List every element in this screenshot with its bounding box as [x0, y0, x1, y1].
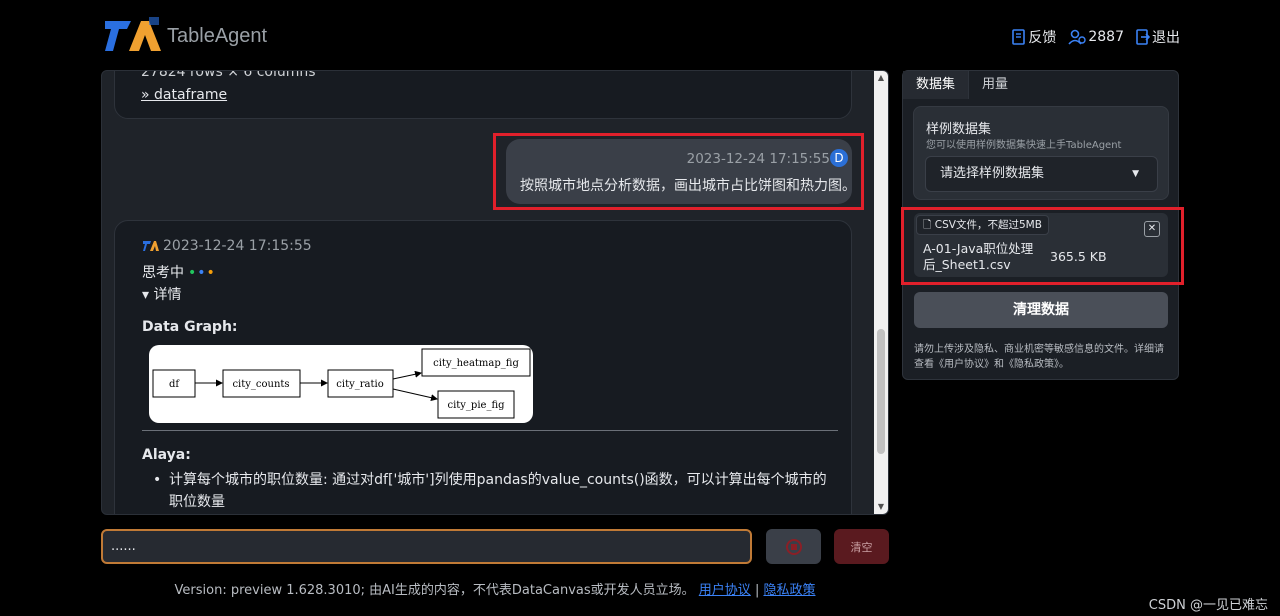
ai-message: 2023-12-24 17:15:55 思考中 ••• ▾ 详情 Data Gra…	[114, 220, 852, 514]
ai-message-time: 2023-12-24 17:15:55	[163, 238, 312, 254]
clean-data-button[interactable]: 清理数据	[914, 292, 1168, 328]
previous-message-card: 27824 rows × 6 columns » dataframe	[114, 70, 852, 119]
app-logo: TableAgent	[105, 17, 267, 55]
file-name: A-01-Java职位处理后_Sheet1.csv	[923, 241, 1034, 272]
logout-icon	[1136, 29, 1150, 45]
tab-usage[interactable]: 用量	[969, 71, 1021, 99]
panel-tabs: 数据集 用量	[903, 71, 1021, 99]
chat-panel[interactable]: 27824 rows × 6 columns » dataframe 2023-…	[101, 70, 889, 515]
user-message-text: 按照城市地点分析数据，画出城市占比饼图和热力图。	[520, 178, 856, 194]
file-size: 365.5 KB	[1050, 249, 1107, 264]
data-graph: df city_counts city_ratio city_heatmap_f…	[149, 345, 533, 423]
sample-dataset-hint: 您可以使用样例数据集快速上手TableAgent	[926, 140, 1122, 151]
header-actions: 反馈 2887 退出	[1012, 27, 1180, 47]
divider	[142, 430, 838, 431]
user-message-time: 2023-12-24 17:15:55	[686, 151, 830, 167]
privacy-policy-link[interactable]: 隐私政策	[763, 583, 815, 598]
scroll-up-icon[interactable]: ▲	[874, 71, 888, 85]
watermark: CSDN @一见已难忘	[1148, 598, 1268, 613]
thinking-status: 思考中 •••	[142, 265, 216, 281]
bullet-icon: •	[153, 472, 162, 488]
list-item: • 计算每个城市的职位数量: 通过对df['城市']列使用pandas的valu…	[153, 469, 833, 513]
privacy-notice: 请勿上传涉及隐私、商业机密等敏感信息的文件。详细请查看《用户协议》和《隐私政策》…	[914, 344, 1164, 370]
file-icon: 🗋	[923, 219, 932, 231]
dataframe-link[interactable]: » dataframe	[141, 87, 227, 103]
sample-dataset-select[interactable]: 请选择样例数据集 ▼	[925, 156, 1158, 192]
chevron-down-icon: ▼	[1132, 169, 1139, 179]
graph-node-heatmap: city_heatmap_fig	[433, 358, 519, 369]
logout-label: 退出	[1152, 30, 1180, 46]
usage-count[interactable]: 2887	[1068, 27, 1124, 47]
chat-input[interactable]	[101, 529, 752, 564]
avatar: D	[830, 149, 848, 167]
count-label: 2887	[1088, 29, 1124, 45]
file-type-badge: 🗋 CSV文件，不超过5MB	[916, 215, 1049, 235]
user-message: 2023-12-24 17:15:55 D 按照城市地点分析数据，画出城市占比饼…	[506, 139, 856, 204]
brand-name: TableAgent	[167, 24, 268, 47]
footer: Version: preview 1.628.3010; 由AI生成的内容，不代…	[0, 579, 990, 598]
graph-node-df: df	[169, 379, 180, 390]
scroll-down-icon[interactable]: ▼	[874, 500, 888, 514]
graph-node-city-ratio: city_ratio	[336, 379, 383, 390]
scroll-thumb[interactable]	[877, 329, 885, 454]
list-item-text: 计算每个城市的职位数量: 通过对df['城市']列使用pandas的value_…	[169, 472, 827, 510]
footer-separator: |	[754, 583, 760, 598]
user-icon	[1068, 29, 1087, 45]
close-icon[interactable]: ✕	[1144, 221, 1160, 237]
version-text: Version: preview 1.628.3010; 由AI生成的内容，不代…	[174, 583, 695, 598]
alaya-title: Alaya:	[142, 447, 191, 463]
rows-info: 27824 rows × 6 columns	[141, 70, 316, 80]
data-graph-title: Data Graph:	[142, 319, 238, 335]
details-toggle[interactable]: ▾ 详情	[142, 284, 181, 304]
ai-message-header: 2023-12-24 17:15:55	[143, 238, 312, 254]
feedback-button[interactable]: 反馈	[1012, 27, 1056, 47]
stop-icon	[785, 538, 802, 555]
user-agreement-link[interactable]: 用户协议	[699, 583, 751, 598]
sample-select-value: 请选择样例数据集	[940, 166, 1045, 181]
stop-button[interactable]	[766, 529, 821, 564]
tab-dataset[interactable]: 数据集	[903, 71, 970, 99]
uploaded-file: 🗋 CSV文件，不超过5MB ✕ A-01-Java职位处理后_Sheet1.c…	[914, 213, 1168, 277]
loading-dots-icon: •••	[188, 265, 216, 281]
graph-node-city-counts: city_counts	[232, 379, 289, 390]
clear-button[interactable]: 清空	[834, 529, 889, 564]
document-icon	[1012, 29, 1026, 45]
chat-scrollbar[interactable]: ▲ ▼	[874, 71, 888, 514]
feedback-label: 反馈	[1028, 30, 1057, 46]
sample-dataset-title: 样例数据集	[926, 122, 992, 137]
logout-button[interactable]: 退出	[1136, 27, 1180, 47]
sample-dataset-box: 样例数据集 您可以使用样例数据集快速上手TableAgent 请选择样例数据集 …	[913, 106, 1169, 200]
graph-node-pie: city_pie_fig	[447, 400, 505, 411]
logo-icon	[105, 17, 161, 51]
ai-logo-icon	[143, 241, 159, 251]
